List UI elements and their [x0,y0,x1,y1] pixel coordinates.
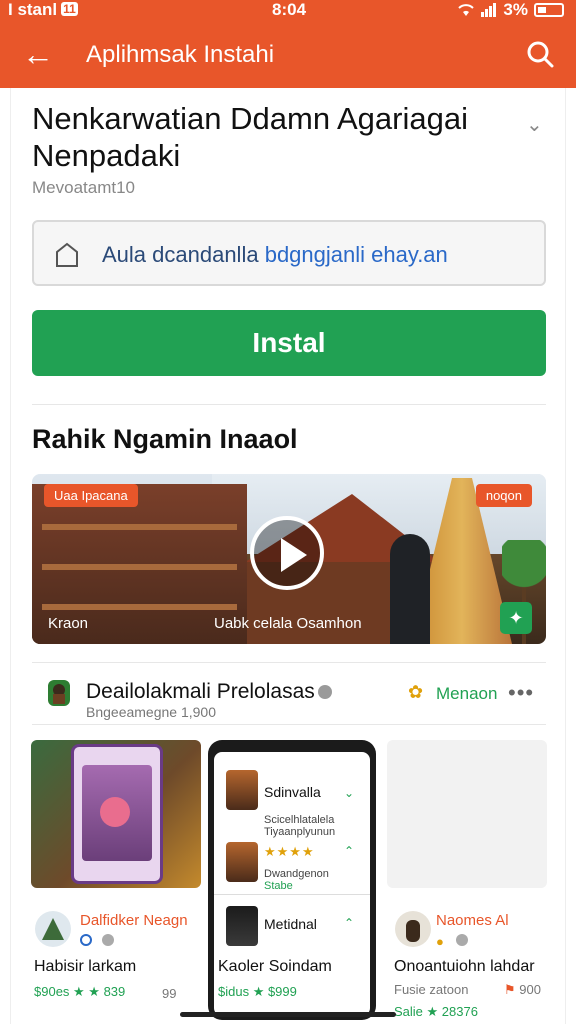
clock: 8:04 [272,0,307,19]
info-link[interactable]: bdgngjanli ehay.an [265,242,448,267]
app-subtitle: Onoantuiohn lahdar [394,958,535,975]
chevron-up-icon: ⌃ [343,916,354,930]
video-caption-right: Uabk celala Osamhon [214,615,362,632]
developer-more-link[interactable]: Menaon [436,684,497,704]
list-item-title: Metidnal [264,916,317,932]
app-title: Nenkarwatian Ddamn Agariagai Nenpadaki [32,101,468,173]
verified-badge-icon [318,685,332,699]
page-title: Aplihmsak Instahi [86,41,275,68]
globe-icon [80,934,92,946]
divider [32,404,546,405]
rating-stars: ★★★★ [264,844,315,859]
app-rating: $90es ★ ★ 839 [34,984,126,999]
app-subtitle: Kaoler Soindam [218,958,332,975]
battery-percent: 3% [503,0,528,19]
list-item-subtitle: Tiyaanplyunun [264,826,336,838]
battery-icon [534,3,564,17]
signal-icon [481,3,497,17]
app-downloads: 99 [162,986,177,1001]
verified-badge-icon [456,934,468,946]
video-tag-left: Uaa Ipacana [44,484,138,507]
wifi-icon [458,4,475,16]
avatar [226,906,258,946]
app-subtitle: Habisir larkam [34,958,137,975]
status-icons: 3% [457,0,564,20]
search-icon[interactable] [526,40,554,68]
video-tag-right: noqon [475,484,532,507]
video-caption-left: Kraon [48,615,89,632]
play-icon[interactable] [250,516,324,590]
app-rating: Salie ★ 28376 [394,1004,478,1019]
chevron-down-icon[interactable]: ⌄ [526,112,543,137]
app-title[interactable]: Dalfidker Neagn [80,912,188,929]
app-meta: Fusie zatoon [394,982,469,997]
tag-icon [56,242,78,267]
info-box: Aula dcandanlla bdgngjanli ehay.an [32,220,546,286]
section-heading: Rahik Ngamin Inaaol [32,424,298,454]
divider [32,724,546,725]
app-rating: $idus ★ $999 [218,984,297,999]
flag-icon: ⚑ 900 [504,982,541,997]
app-screenshot-3[interactable] [387,740,547,888]
developer-logo-icon [48,680,70,706]
list-item: Sdinvalla ⌄ Scicelhlatalela Tiyaanplyunu… [224,762,360,838]
list-item: ★★★★ ⌃ Dwandgenon Stabe [224,838,360,892]
avatar [226,770,258,810]
install-button[interactable]: Instal [32,310,546,376]
phone-mockup [71,744,163,884]
more-options-icon[interactable]: ••• [508,680,534,706]
list-item-title: Sdinvalla [264,784,321,800]
app-meta: Mevoatamt10 [32,178,135,197]
list-item-subtitle: Scicelhlatalela [264,814,335,826]
back-arrow-icon[interactable]: ← [22,36,54,72]
flower-icon: ✿ [408,682,424,702]
sim-badge: 11 [61,2,78,16]
app-icon[interactable] [34,910,72,948]
app-screenshot-1[interactable] [31,740,201,888]
chevron-up-icon: ⌃ [343,844,354,858]
carrier-label: I stanl 11 [8,0,78,19]
app-bar: ← Aplihmsak Instahi [0,22,576,88]
chevron-down-icon: ⌄ [343,786,354,800]
avatar [226,842,258,882]
pin-icon[interactable]: ✦ [500,602,532,634]
preview-video[interactable]: Uaa Ipacana noqon Kraon Uabk celala Osam… [32,474,546,644]
coin-icon: ● [436,934,444,949]
developer-subtitle: Bngeeamegne 1,900 [86,704,216,720]
developer-name[interactable]: Deailolakmali Prelolasas [86,680,315,704]
list-item-note: Dwandgenon Stabe [264,868,329,892]
play-icon [100,797,130,827]
home-indicator[interactable] [180,1012,396,1017]
divider [214,894,370,895]
list-item: Metidnal ⌃ [224,906,360,946]
verified-badge-icon [102,934,114,946]
phone-screen: Sdinvalla ⌄ Scicelhlatalela Tiyaanplyunu… [214,752,370,1016]
divider [32,662,546,663]
video-person [390,534,430,644]
app-icon[interactable] [394,910,432,948]
app-screenshot-2[interactable]: Sdinvalla ⌄ Scicelhlatalela Tiyaanplyunu… [208,740,376,1020]
info-text: Aula dcandanlla bdgngjanli ehay.an [102,242,448,267]
app-title[interactable]: Naomes Al [436,912,509,929]
status-bar: I stanl 11 8:04 3% [0,0,576,22]
